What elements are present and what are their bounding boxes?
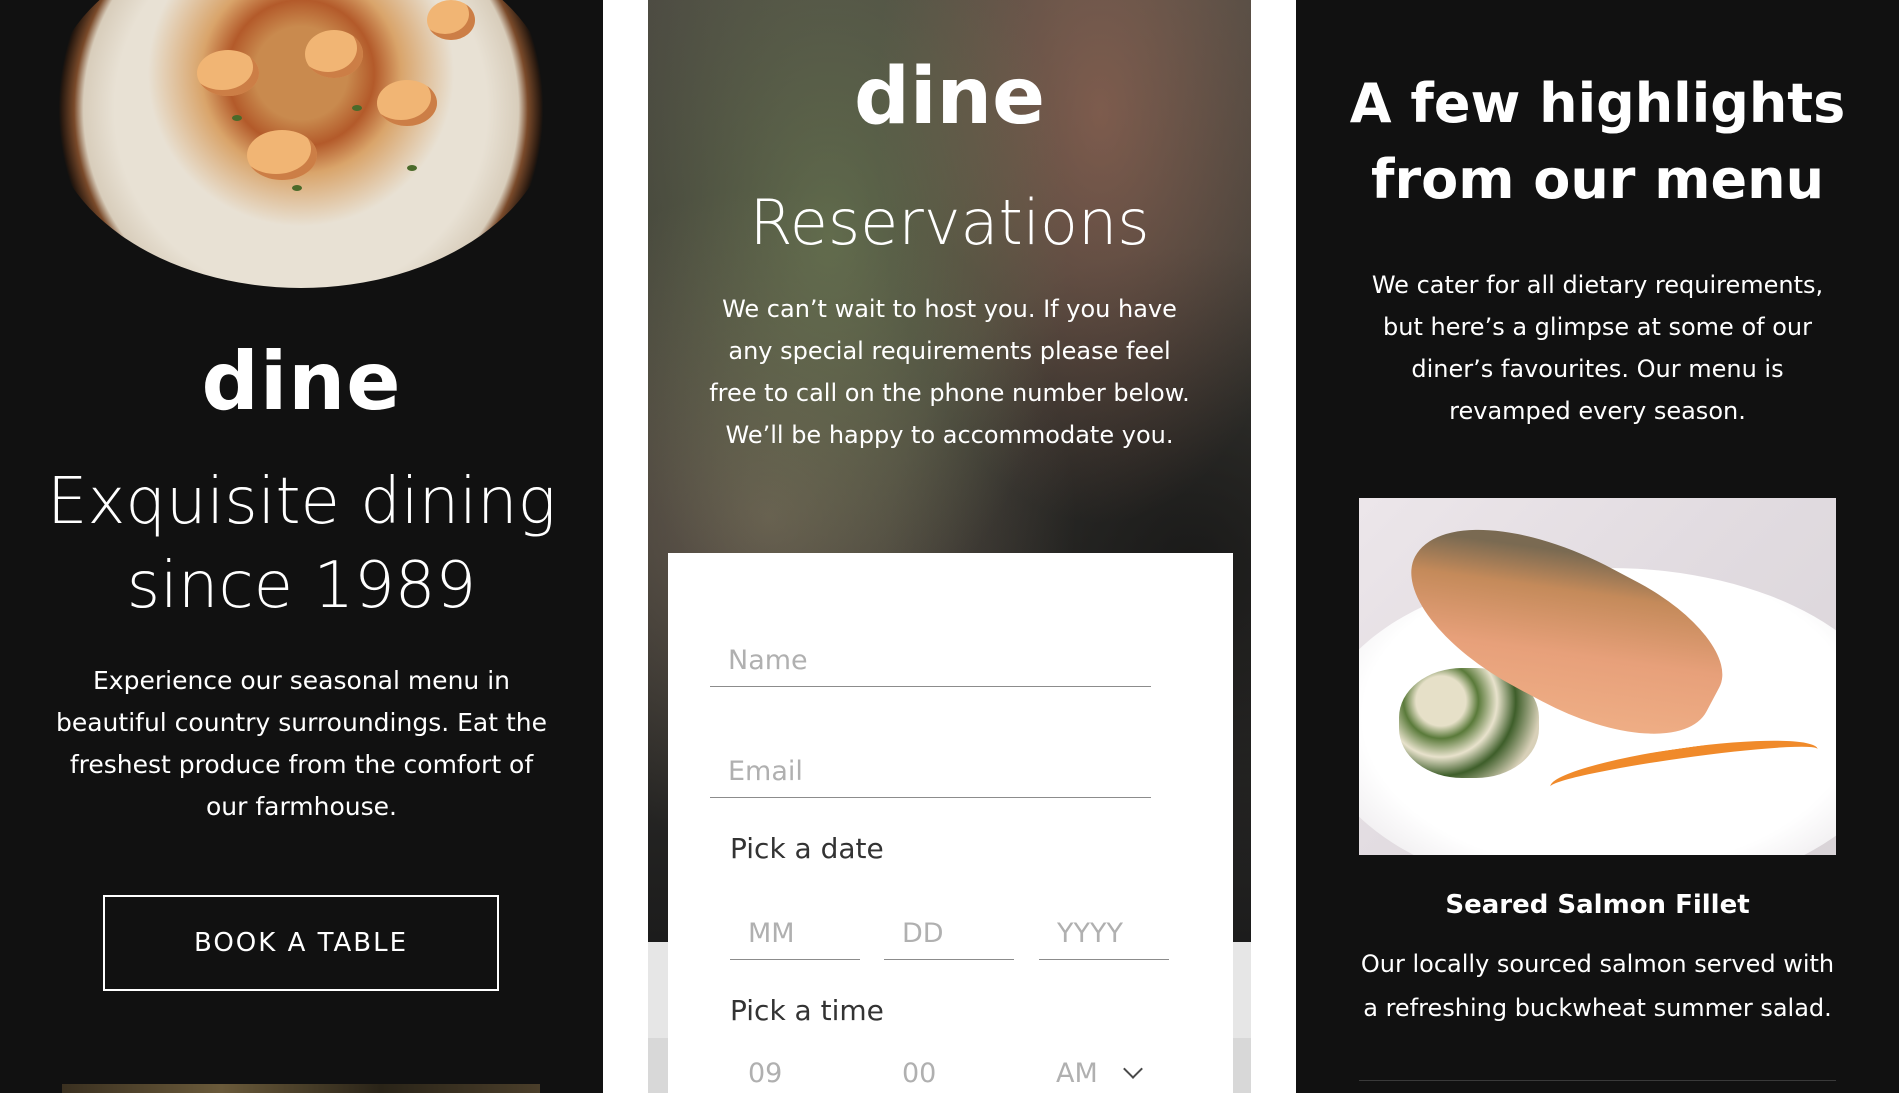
next-section-image-edge xyxy=(62,1084,540,1093)
pick-date-label: Pick a date xyxy=(730,832,884,865)
day-input[interactable] xyxy=(884,894,1014,960)
reservations-title: Reservations xyxy=(749,186,1150,259)
highlights-description: We cater for all dietary requirements, b… xyxy=(1371,271,1824,425)
reservations-panel: dine Reservations We can’t wait to host … xyxy=(648,0,1251,1093)
reservations-description: We can’t wait to host you. If you have a… xyxy=(709,295,1190,449)
hero-panel: dine Exquisite dining since 1989 Experie… xyxy=(0,0,603,1093)
brand-logo: dine xyxy=(201,335,402,428)
dish-description: Our locally sourced salmon served with a… xyxy=(1360,950,1835,1022)
minute-input[interactable]: 00 xyxy=(902,1058,936,1089)
dish-name: Seared Salmon Fillet xyxy=(1445,890,1750,920)
salmon-dish-image xyxy=(1359,498,1836,855)
month-input[interactable] xyxy=(730,894,860,960)
hero-description: Experience our seasonal menu in beautifu… xyxy=(55,666,547,821)
panel-gap xyxy=(603,0,648,1093)
highlights-panel: A few highlights from our menu We cater … xyxy=(1296,0,1899,1093)
email-field[interactable] xyxy=(710,726,1151,798)
ampm-select[interactable]: AM xyxy=(1056,1058,1098,1089)
book-a-table-button[interactable]: BOOK A TABLE xyxy=(103,895,499,991)
panel-gap xyxy=(1251,0,1296,1093)
year-input[interactable] xyxy=(1039,894,1169,960)
highlights-title: A few highlights from our menu xyxy=(1349,72,1846,211)
hero-title: Exquisite dining since 1989 xyxy=(47,465,556,623)
pick-time-label: Pick a time xyxy=(730,994,884,1027)
name-field[interactable] xyxy=(710,615,1151,687)
hour-input[interactable]: 09 xyxy=(748,1058,782,1089)
pasta-dish-image xyxy=(47,0,555,288)
brand-logo: dine xyxy=(853,52,1045,142)
divider xyxy=(1359,1080,1836,1081)
